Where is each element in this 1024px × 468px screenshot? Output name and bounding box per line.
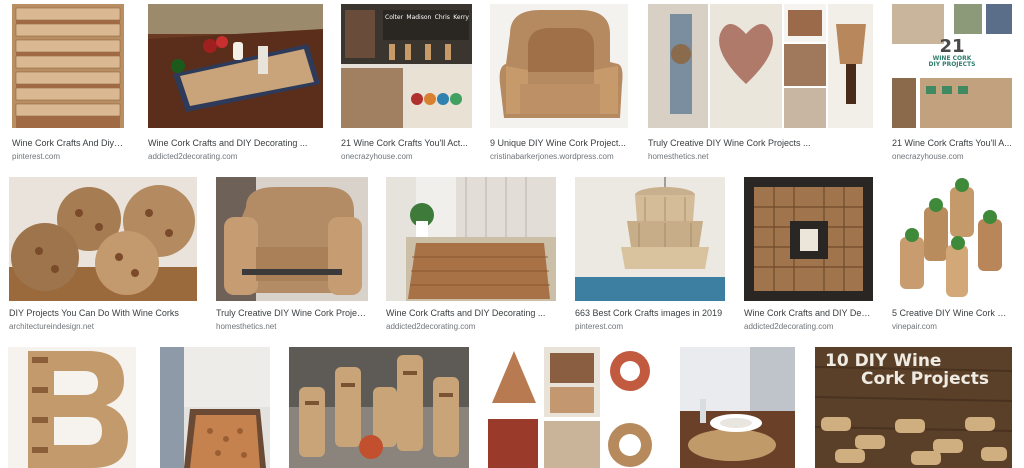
overlay-label: Colter — [385, 14, 404, 21]
result-thumbnail[interactable] — [648, 4, 873, 128]
result-thumbnail[interactable] — [289, 347, 469, 468]
result-card[interactable]: Wine Cork Crafts and DIY Dec... addicted… — [744, 177, 873, 335]
result-card[interactable]: Colter Madison Chris Kerry 21 Wine Cork … — [341, 4, 472, 162]
result-source: addicted2decorating.com — [386, 322, 476, 331]
result-card[interactable] — [160, 347, 270, 468]
banner-line: Cork Projects — [861, 368, 989, 389]
result-card[interactable]: Wine Cork Crafts and DIY Decorating ... … — [148, 4, 323, 162]
result-card[interactable] — [289, 347, 469, 468]
result-source: onecrazyhouse.com — [341, 152, 413, 161]
result-thumbnail[interactable] — [8, 347, 136, 468]
result-source: vinepair.com — [892, 322, 937, 331]
result-thumbnail[interactable]: Colter Madison Chris Kerry — [341, 4, 472, 128]
result-thumbnail[interactable] — [490, 4, 628, 128]
result-card[interactable]: Wine Cork Crafts And Diy D... pinterest.… — [12, 4, 124, 162]
result-thumbnail[interactable] — [488, 347, 658, 468]
result-source: pinterest.com — [575, 322, 624, 331]
result-card[interactable]: 10 DIY Wine Cork Projects — [815, 347, 1012, 468]
poster-number: 21 — [939, 36, 965, 57]
result-thumbnail[interactable] — [575, 177, 725, 301]
result-card[interactable]: Truly Creative DIY Wine Cork Projec... h… — [216, 177, 368, 335]
result-title[interactable]: 21 Wine Cork Crafts You'll Act... — [341, 138, 472, 149]
result-card[interactable]: 9 Unique DIY Wine Cork Project... cristi… — [490, 4, 628, 162]
result-card[interactable] — [488, 347, 658, 468]
result-title[interactable]: 21 Wine Cork Crafts You'll A... — [892, 138, 1012, 149]
result-thumbnail[interactable] — [9, 177, 197, 301]
poster-line: DIY PROJECTS — [928, 61, 976, 68]
result-card[interactable]: 21 WINE CORK DIY PROJECTS 21 Wine Cork C… — [892, 4, 1012, 162]
result-thumbnail[interactable]: 10 DIY Wine Cork Projects — [815, 347, 1012, 468]
result-source: addicted2decorating.com — [744, 322, 834, 331]
result-thumbnail[interactable] — [680, 347, 795, 468]
result-title[interactable]: DIY Projects You Can Do With Wine Corks — [9, 308, 197, 319]
result-title[interactable]: Wine Cork Crafts and DIY Dec... — [744, 308, 873, 319]
result-title[interactable]: Wine Cork Crafts And Diy D... — [12, 138, 124, 149]
result-thumbnail[interactable] — [12, 4, 124, 128]
result-card[interactable] — [680, 347, 795, 468]
result-thumbnail[interactable]: 21 WINE CORK DIY PROJECTS — [892, 4, 1012, 128]
result-card[interactable]: Wine Cork Crafts and DIY Decorating ... … — [386, 177, 556, 335]
result-source: homesthetics.net — [648, 152, 709, 161]
overlay-label: Kerry — [453, 14, 469, 21]
result-title[interactable]: Wine Cork Crafts and DIY Decorating ... — [148, 138, 323, 149]
result-source: architectureindesign.net — [9, 322, 94, 331]
result-thumbnail[interactable] — [892, 177, 1012, 301]
result-thumbnail[interactable] — [216, 177, 368, 301]
result-thumbnail[interactable] — [160, 347, 270, 468]
result-title[interactable]: 663 Best Cork Crafts images in 2019 — [575, 308, 725, 319]
result-source: homesthetics.net — [216, 322, 277, 331]
result-card[interactable]: DIY Projects You Can Do With Wine Corks … — [9, 177, 197, 335]
result-title[interactable]: Truly Creative DIY Wine Cork Projects ..… — [648, 138, 873, 149]
result-source: addicted2decorating.com — [148, 152, 238, 161]
result-card[interactable]: Truly Creative DIY Wine Cork Projects ..… — [648, 4, 873, 162]
result-card[interactable] — [8, 347, 136, 468]
result-title[interactable]: 9 Unique DIY Wine Cork Project... — [490, 138, 628, 149]
result-title[interactable]: 5 Creative DIY Wine Cork Pr... — [892, 308, 1012, 319]
result-thumbnail[interactable] — [386, 177, 556, 301]
result-source: onecrazyhouse.com — [892, 152, 964, 161]
result-title[interactable]: Wine Cork Crafts and DIY Decorating ... — [386, 308, 556, 319]
result-card[interactable]: 663 Best Cork Crafts images in 2019 pint… — [575, 177, 725, 335]
result-thumbnail[interactable] — [148, 4, 323, 128]
result-card[interactable]: 5 Creative DIY Wine Cork Pr... vinepair.… — [892, 177, 1012, 335]
overlay-label: Chris — [434, 14, 450, 21]
result-title[interactable]: Truly Creative DIY Wine Cork Projec... — [216, 308, 368, 319]
result-thumbnail[interactable] — [744, 177, 873, 301]
result-source: cristinabarkerjones.wordpress.com — [490, 152, 614, 161]
overlay-label: Madison — [406, 14, 432, 21]
result-source: pinterest.com — [12, 152, 61, 161]
